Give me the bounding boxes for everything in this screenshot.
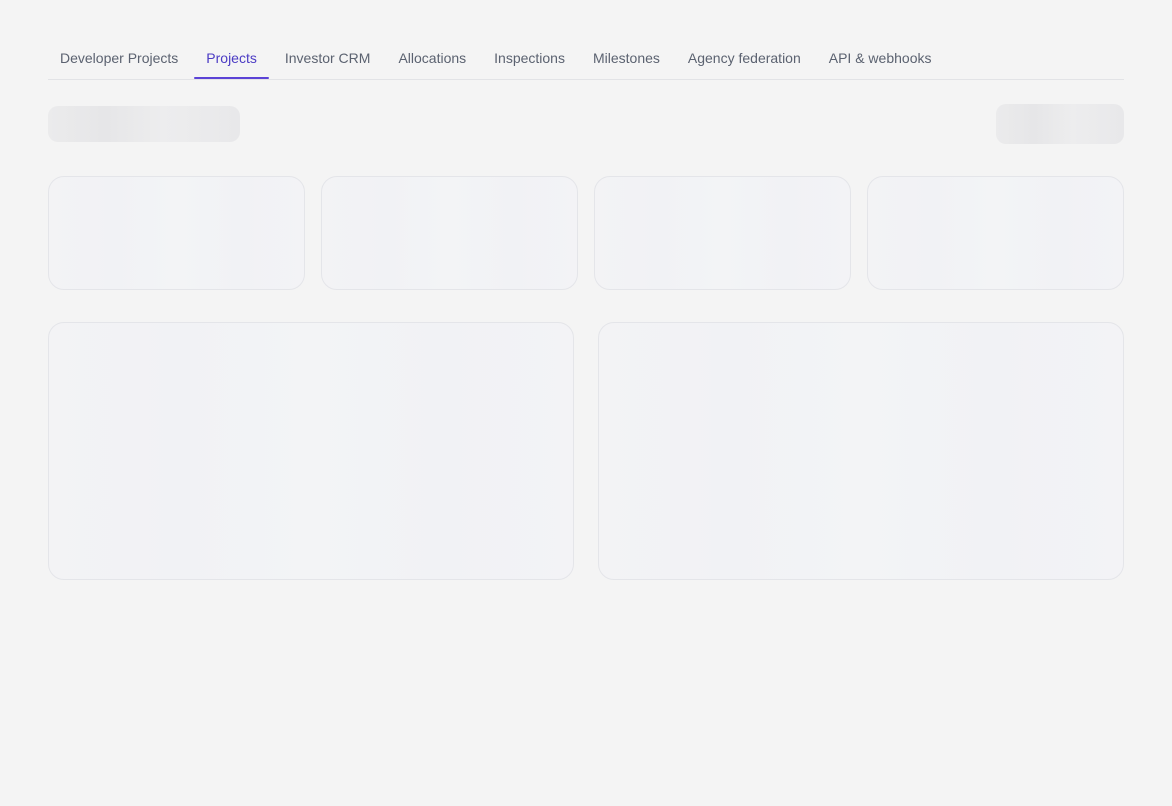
tab-allocations[interactable]: Allocations (386, 38, 478, 78)
tab-projects[interactable]: Projects (194, 38, 269, 79)
tab-inspections[interactable]: Inspections (482, 38, 577, 78)
stat-card-skeleton (48, 176, 305, 290)
stat-card-skeleton (321, 176, 578, 290)
action-button-skeleton (996, 104, 1124, 144)
page-title-skeleton (48, 106, 240, 142)
tab-developer-projects[interactable]: Developer Projects (48, 38, 190, 78)
panel-skeleton-right (598, 322, 1124, 580)
projects-page: Developer Projects Projects Investor CRM… (0, 0, 1172, 806)
stat-card-skeleton (867, 176, 1124, 290)
panel-skeleton-left (48, 322, 574, 580)
tab-agency-federation[interactable]: Agency federation (676, 38, 813, 78)
tab-bar: Developer Projects Projects Investor CRM… (48, 38, 1124, 80)
stat-card-skeleton (594, 176, 851, 290)
tab-milestones[interactable]: Milestones (581, 38, 672, 78)
tab-api-webhooks[interactable]: API & webhooks (817, 38, 944, 78)
tab-investor-crm[interactable]: Investor CRM (273, 38, 383, 78)
